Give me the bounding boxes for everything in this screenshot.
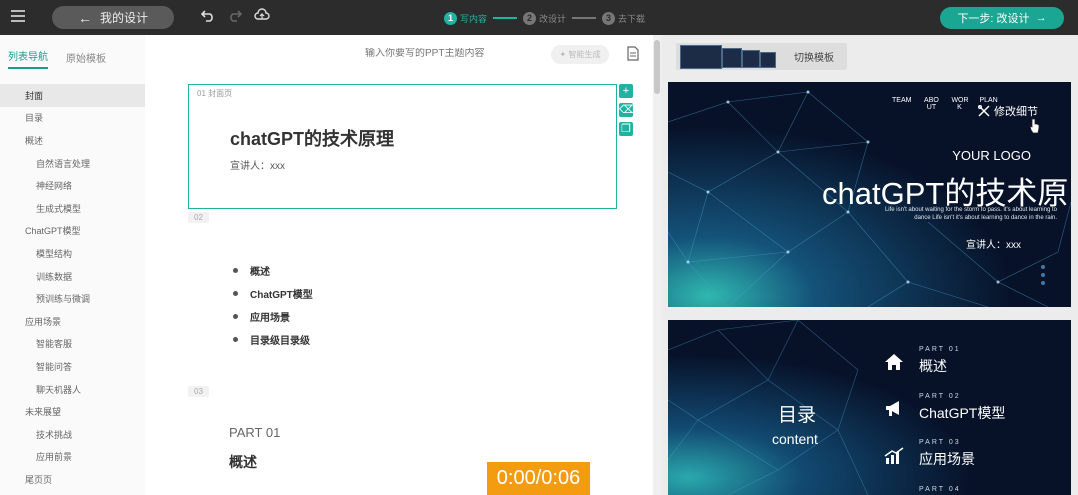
outline-item[interactable]: 尾页页 — [0, 468, 145, 491]
edit-detail-button[interactable]: 修改细节 — [978, 103, 1038, 119]
document-icon[interactable] — [627, 46, 639, 61]
part-label[interactable]: PART 01 — [229, 425, 280, 440]
toc-item: PART 02 ChatGPT模型 — [919, 393, 1006, 421]
delete-icon[interactable]: ⌫ — [619, 103, 635, 117]
slide-logo: YOUR LOGO — [952, 148, 1031, 163]
outline-item[interactable]: 应用前景 — [0, 446, 145, 469]
megaphone-icon — [886, 401, 899, 416]
preview-slide-toc[interactable]: 目录 content PART 01 概述 PART 02 ChatGPT模型 … — [668, 320, 1071, 495]
template-thumb — [680, 45, 722, 69]
outline-list: 封面 目录 概述 自然语言处理 神经网络 生成式模型 ChatGPT模型 模型结构 训练数据 预训… — [0, 84, 145, 491]
preview-panel: 切换模板 TEAM ABO UT WOR K PLAN 修改细节 YOUR LO… — [661, 35, 1078, 495]
cover-title[interactable]: chatGPT的技术原理 — [230, 125, 394, 151]
outline-item[interactable]: 自然语言处理 — [0, 152, 145, 175]
step-download[interactable]: 3 去下载 — [602, 11, 645, 25]
topic-input[interactable] — [365, 48, 515, 59]
top-bar: ← 我的设计 1 写内容 2 改设计 3 去下载 下一步: 改设计 → — [0, 0, 1078, 35]
step-indicator: 1 写内容 2 改设计 3 去下载 — [444, 10, 645, 26]
list-item[interactable]: 目录级目录级 — [233, 328, 313, 351]
switch-template-button[interactable]: 切换模板 — [676, 43, 847, 70]
list-item[interactable]: 应用场景 — [233, 305, 313, 328]
hand-cursor-icon — [1029, 118, 1040, 134]
redo-icon[interactable] — [228, 8, 242, 22]
list-item[interactable]: ChatGPT模型 — [233, 282, 313, 305]
outline-item[interactable]: 智能客服 — [0, 333, 145, 356]
next-step-button[interactable]: 下一步: 改设计 → — [940, 7, 1064, 29]
switch-template-label: 切换模板 — [794, 53, 834, 64]
slide-tag: 01 封面页 — [197, 89, 233, 98]
preview-slide-cover[interactable]: TEAM ABO UT WOR K PLAN 修改细节 YOUR LOGO ch… — [668, 82, 1071, 307]
list-item[interactable]: 概述 — [233, 259, 313, 282]
template-thumbnails — [676, 43, 780, 70]
back-label: 我的设计 — [99, 11, 148, 25]
step-connector — [572, 17, 597, 19]
template-thumb — [722, 48, 742, 68]
slide-presenter: 宣讲人：xxx — [966, 240, 1021, 251]
arrow-left-icon: ← — [77, 9, 92, 26]
outline-item[interactable]: 智能问答 — [0, 355, 145, 378]
cloud-save-icon[interactable] — [254, 8, 270, 22]
content-editor: ✦ 智能生成 01 封面页 chatGPT的技术原理 宣讲人：xxx + ⌫ ❐… — [145, 35, 653, 495]
outline-item[interactable]: 预训练与微调 — [0, 287, 145, 310]
outline-item[interactable]: ChatGPT模型 — [0, 220, 145, 243]
scroll-thumb[interactable] — [654, 40, 660, 94]
toc-item: PART 01 概述 — [919, 346, 961, 374]
back-button[interactable]: ← 我的设计 — [52, 6, 174, 29]
smart-generate-button[interactable]: ✦ 智能生成 — [551, 45, 609, 64]
sidebar-tabs: 列表导航 原始模板 — [0, 35, 145, 69]
slide-dots — [1041, 265, 1046, 289]
template-thumb — [760, 52, 776, 68]
section-number: 03 — [188, 386, 209, 397]
section-number: 02 — [188, 212, 209, 223]
outline-item[interactable]: 技术挑战 — [0, 423, 145, 446]
nav-item: WOR K — [951, 97, 969, 111]
tab-list-nav[interactable]: 列表导航 — [8, 48, 48, 69]
toc-subtitle: content — [772, 431, 818, 447]
next-step-label: 下一步: 改设计 — [957, 13, 1030, 25]
toc-item: PART 03 应用场景 — [919, 439, 975, 467]
toc-title: 目录 — [778, 405, 817, 426]
sidebar: 列表导航 原始模板 封面 目录 概述 自然语言处理 神经网络 生成式模型 ChatGPT模型… — [0, 35, 145, 495]
cover-slide-card[interactable]: 01 封面页 chatGPT的技术原理 宣讲人：xxx — [188, 84, 617, 209]
outline-item[interactable]: 未来展望 — [0, 400, 145, 423]
chart-icon — [884, 447, 904, 464]
step-connector — [493, 17, 518, 19]
outline-item[interactable]: 聊天机器人 — [0, 378, 145, 401]
outline-item[interactable]: 生成式模型 — [0, 197, 145, 220]
copy-icon[interactable]: ❐ — [619, 122, 633, 136]
toc-item: PART 04 — [919, 486, 961, 493]
menu-icon[interactable] — [11, 10, 25, 22]
outline-item[interactable]: 目录 — [0, 107, 145, 130]
nav-item: TEAM — [892, 97, 912, 104]
outline-item[interactable]: 模型结构 — [0, 242, 145, 265]
outline-item[interactable]: 概述 — [0, 129, 145, 152]
edit-detail-label: 修改细节 — [994, 106, 1038, 118]
step-design[interactable]: 2 改设计 — [523, 11, 566, 25]
toc-bullets: 概述 ChatGPT模型 应用场景 目录级目录级 — [233, 259, 313, 351]
editor-scrollbar[interactable] — [653, 35, 661, 495]
crossed-tools-icon — [978, 105, 990, 117]
nav-item: ABO UT — [924, 97, 939, 111]
part-title[interactable]: 概述 — [229, 452, 257, 472]
tab-original-template[interactable]: 原始模板 — [66, 50, 106, 69]
undo-icon[interactable] — [201, 8, 215, 22]
network-background — [668, 320, 1071, 495]
outline-item[interactable]: 封面 — [0, 84, 145, 107]
slide-quote: Life isn't about waiting for the storm t… — [884, 207, 1057, 221]
card-actions: + ⌫ ❐ — [619, 84, 635, 141]
video-timer: 0:00/0:06 — [487, 462, 590, 495]
arrow-right-icon: → — [1035, 12, 1047, 24]
add-icon[interactable]: + — [619, 84, 633, 98]
outline-item[interactable]: 训练数据 — [0, 265, 145, 288]
cover-presenter[interactable]: 宣讲人：xxx — [230, 157, 285, 172]
template-thumb — [742, 50, 760, 68]
outline-item[interactable]: 应用场景 — [0, 310, 145, 333]
home-icon — [885, 354, 903, 370]
step-write[interactable]: 1 写内容 — [444, 11, 487, 25]
outline-item[interactable]: 神经网络 — [0, 174, 145, 197]
